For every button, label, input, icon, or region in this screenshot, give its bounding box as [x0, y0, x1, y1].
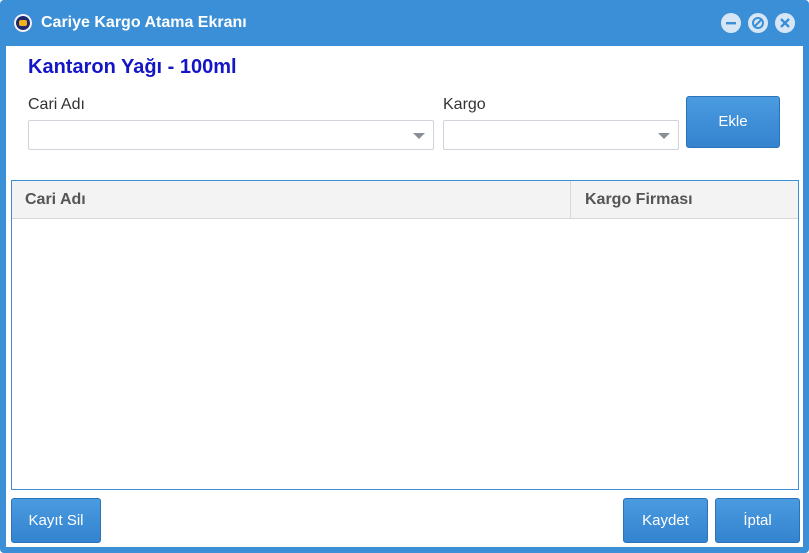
column-header-kargo[interactable]: Kargo Firması: [570, 181, 799, 218]
chevron-down-icon[interactable]: [413, 133, 425, 139]
grid-header: Cari Adı Kargo Firması: [12, 181, 798, 219]
assignment-grid: Cari Adı Kargo Firması: [11, 180, 799, 490]
product-title: Kantaron Yağı - 100ml: [28, 56, 237, 78]
close-icon[interactable]: [775, 13, 795, 33]
dialog-window: Cariye Kargo Atama Ekranı Kantaron Yağı …: [0, 0, 809, 553]
minimize-icon[interactable]: [721, 13, 741, 33]
app-icon: [14, 14, 32, 32]
chevron-down-icon[interactable]: [658, 133, 670, 139]
save-button[interactable]: Kaydet: [623, 498, 708, 543]
grid-body[interactable]: [12, 219, 798, 489]
kargo-label: Kargo: [443, 96, 486, 113]
cari-select[interactable]: [28, 120, 434, 150]
kargo-select[interactable]: [443, 120, 679, 150]
delete-record-button[interactable]: Kayıt Sil: [11, 498, 101, 543]
maximize-icon[interactable]: [748, 13, 768, 33]
cari-label: Cari Adı: [28, 96, 85, 113]
add-button[interactable]: Ekle: [686, 96, 780, 148]
dialog-content: Kantaron Yağı - 100ml Cari Adı Kargo Ekl…: [6, 46, 803, 547]
title-bar[interactable]: Cariye Kargo Atama Ekranı: [0, 0, 809, 46]
cancel-button[interactable]: İptal: [715, 498, 800, 543]
window-title: Cariye Kargo Atama Ekranı: [41, 14, 247, 31]
column-header-cari[interactable]: Cari Adı: [25, 181, 86, 218]
